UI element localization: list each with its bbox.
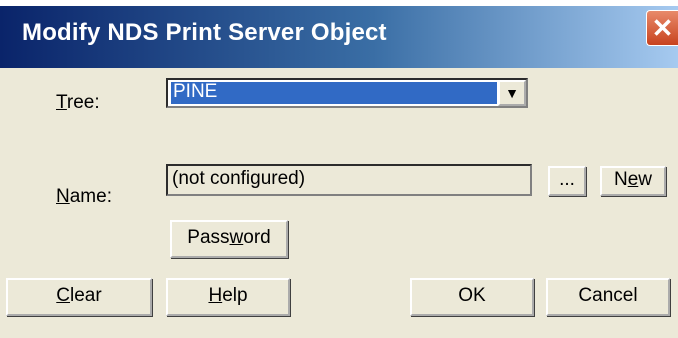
tree-selected-value: PINE bbox=[171, 82, 497, 104]
clear-button[interactable]: Clear bbox=[6, 278, 152, 316]
tree-label-mnemonic: T bbox=[56, 92, 67, 113]
window-title: Modify NDS Print Server Object bbox=[22, 19, 387, 46]
name-label-mnemonic: N bbox=[56, 186, 70, 207]
new-button[interactable]: New bbox=[600, 166, 666, 196]
browse-button[interactable]: ... bbox=[548, 166, 586, 196]
clear-button-mnemonic: C bbox=[56, 285, 71, 306]
help-button-mnemonic: H bbox=[208, 285, 223, 306]
password-button-label-end: ord bbox=[243, 227, 271, 248]
tree-label: Tree: bbox=[56, 92, 100, 114]
tree-dropdown[interactable]: PINE ▼ bbox=[166, 78, 528, 108]
modify-nds-print-server-dialog: Modify NDS Print Server Object ✕ Tree: P… bbox=[0, 0, 678, 338]
clear-button-label-rest: lear bbox=[70, 285, 102, 306]
cancel-button[interactable]: Cancel bbox=[546, 278, 670, 316]
title-bar[interactable]: Modify NDS Print Server Object ✕ bbox=[0, 6, 678, 69]
name-label: Name: bbox=[56, 186, 112, 208]
help-button[interactable]: Help bbox=[166, 278, 290, 316]
help-button-label-rest: elp bbox=[222, 285, 248, 306]
password-button-mnemonic: w bbox=[229, 227, 244, 248]
password-button-label-start: Pass bbox=[187, 227, 230, 248]
ok-button[interactable]: OK bbox=[410, 278, 534, 316]
chevron-down-icon[interactable]: ▼ bbox=[498, 80, 526, 106]
new-button-mnemonic: e bbox=[627, 169, 639, 190]
close-icon[interactable]: ✕ bbox=[646, 10, 678, 46]
new-button-label-end: w bbox=[638, 169, 653, 190]
tree-label-rest: ree: bbox=[66, 92, 100, 113]
name-field[interactable]: (not configured) bbox=[166, 164, 532, 196]
name-label-rest: ame: bbox=[69, 186, 112, 207]
password-button[interactable]: Password bbox=[170, 220, 288, 258]
new-button-label-start: N bbox=[613, 169, 628, 190]
